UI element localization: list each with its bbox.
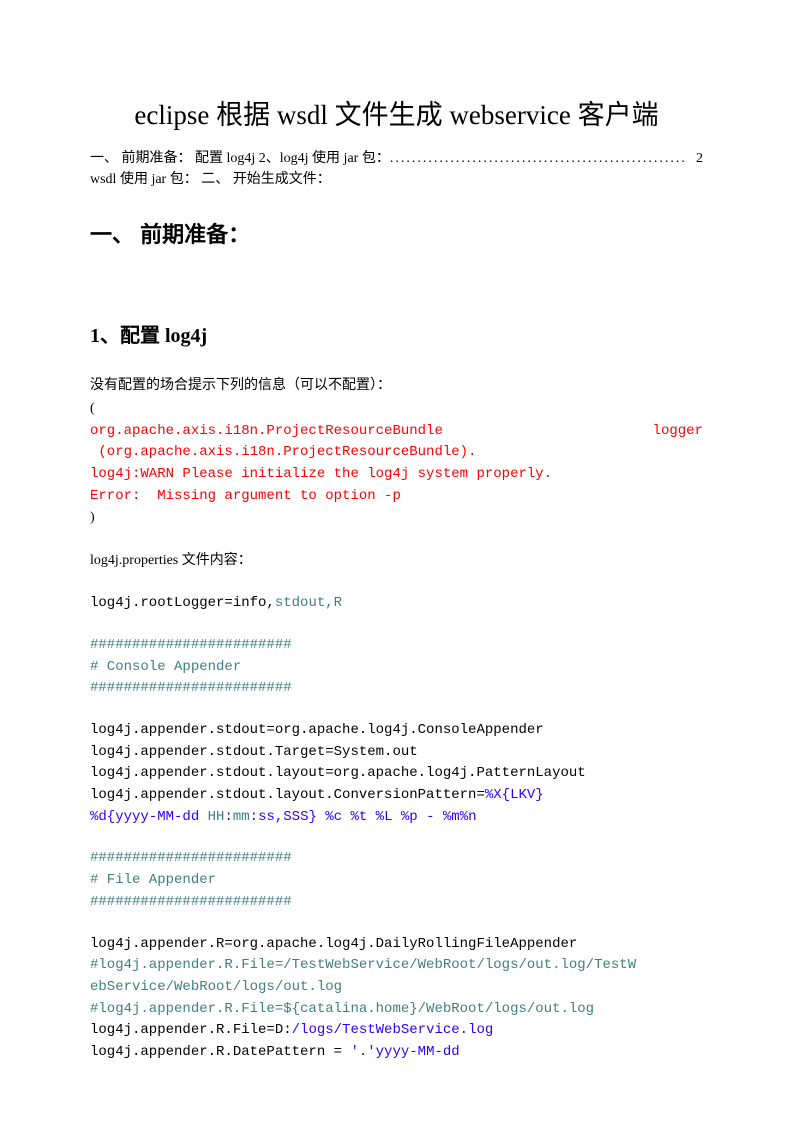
hash-sep-2: ######################## [90, 678, 703, 700]
cfg-rootlogger-key: log4j.rootLogger=info, [90, 595, 275, 611]
config-line-comment-file1: #log4j.appender.R.File=/TestWebService/W… [90, 955, 703, 977]
error-line-2: (org.apache.axis.i18n.ProjectResourceBun… [90, 442, 703, 464]
hash-sep-4: ######################## [90, 892, 703, 914]
open-paren: ( [90, 398, 703, 419]
cfg-rfile-val: /logs/TestWebService.log [292, 1022, 494, 1038]
config-line-pattern2: %d{yyyy-MM-dd HH:mm:ss,SSS} %c %t %L %p … [90, 807, 703, 829]
error-l1-right: logger [653, 421, 703, 443]
cfg-rfile-key: log4j.appender.R.File=D: [90, 1022, 292, 1038]
cfg-p2-a: %d{yyyy-MM-dd [90, 809, 199, 825]
cfg-dp-key: log4j.appender.R.DatePattern = [90, 1044, 350, 1060]
error-l1-left: org.apache.axis.i18n.ProjectResourceBund… [90, 421, 443, 443]
toc-dots: ........................................… [390, 148, 696, 169]
toc-text-left: 一、 前期准备： 配置 log4j 2、log4j 使用 jar 包： [90, 148, 390, 169]
toc-line-2: wsdl 使用 jar 包： 二、 开始生成文件： [90, 169, 703, 190]
cfg-dp-val: '.'yyyy-MM-dd [350, 1044, 459, 1060]
cfg-p2-e: : [250, 809, 258, 825]
error-line-4: Error: Missing argument to option -p [90, 486, 703, 508]
subsection-heading-1: 1、配置 log4j [90, 321, 703, 351]
config-line-stdout: log4j.appender.stdout=org.apache.log4j.C… [90, 720, 703, 742]
toc-page-num: 2 [696, 148, 703, 169]
config-line-comment-catalina: #log4j.appender.R.File=${catalina.home}/… [90, 999, 703, 1021]
cfg-rootlogger-val: stdout,R [275, 595, 342, 611]
config-line-rfile: log4j.appender.R.File=D:/logs/TestWebSer… [90, 1020, 703, 1042]
config-line-r: log4j.appender.R=org.apache.log4j.DailyR… [90, 934, 703, 956]
paragraph-intro: 没有配置的场合提示下列的信息（可以不配置）： [90, 375, 703, 396]
config-line-target: log4j.appender.stdout.Target=System.out [90, 742, 703, 764]
toc-line-1: 一、 前期准备： 配置 log4j 2、log4j 使用 jar 包： ....… [90, 148, 703, 169]
comment-console: # Console Appender [90, 657, 703, 679]
cfg-pattern-val: %X{LKV} [485, 787, 544, 803]
hash-sep-3: ######################## [90, 848, 703, 870]
config-line-layout: log4j.appender.stdout.layout=org.apache.… [90, 763, 703, 785]
paragraph-file-content: log4j.properties 文件内容： [90, 550, 703, 571]
comment-file: # File Appender [90, 870, 703, 892]
config-line-rootlogger: log4j.rootLogger=info,stdout,R [90, 593, 703, 615]
cfg-p2-c: : [224, 809, 232, 825]
page-title: eclipse 根据 wsdl 文件生成 webservice 客户端 [90, 95, 703, 136]
cfg-pattern-key: log4j.appender.stdout.layout.ConversionP… [90, 787, 485, 803]
error-line-3: log4j:WARN Please initialize the log4j s… [90, 464, 703, 486]
config-line-datepattern: log4j.appender.R.DatePattern = '.'yyyy-M… [90, 1042, 703, 1064]
cfg-p2-d: mm [233, 809, 250, 825]
section-heading-1: 一、 前期准备： [90, 218, 703, 251]
error-line-1: org.apache.axis.i18n.ProjectResourceBund… [90, 421, 703, 443]
config-line-pattern: log4j.appender.stdout.layout.ConversionP… [90, 785, 703, 807]
cfg-p2-b: HH [199, 809, 224, 825]
close-paren: ) [90, 507, 703, 528]
config-line-comment-file2: ebService/WebRoot/logs/out.log [90, 977, 703, 999]
hash-sep-1: ######################## [90, 635, 703, 657]
cfg-p2-f: ss,SSS} %c %t %L %p - %m%n [258, 809, 476, 825]
